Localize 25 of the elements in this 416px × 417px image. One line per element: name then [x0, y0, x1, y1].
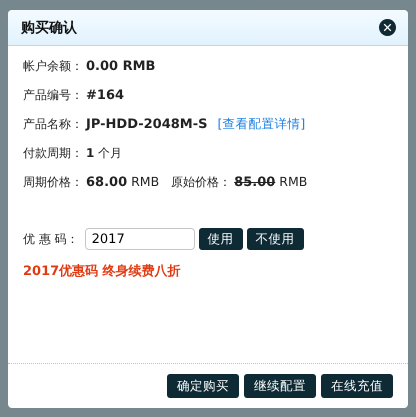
field-value: 1 个月: [86, 145, 122, 162]
footer-button[interactable]: 继续配置: [244, 374, 316, 398]
field-label: 原始价格：: [171, 174, 232, 191]
coupon-button[interactable]: 不使用: [246, 228, 304, 250]
details-link[interactable]: [查看配置详情]: [218, 116, 306, 133]
field-label: 产品编号：: [23, 87, 83, 104]
footer-button[interactable]: 在线充值: [321, 374, 393, 398]
coupon-button[interactable]: 使用: [198, 228, 243, 250]
footer-button[interactable]: 确定购买: [167, 374, 239, 398]
field-label: 付款周期：: [23, 145, 83, 162]
price-amount: 68.00: [86, 175, 128, 190]
field-value: 0.00 RMB: [86, 59, 156, 74]
field-label: 周期价格：: [23, 174, 83, 191]
coupon-field[interactable]: 2017: [84, 228, 195, 250]
field-value: #164: [86, 88, 124, 103]
currency-unit: RMB: [279, 174, 308, 189]
coupon-label: 优 惠 码：: [23, 230, 79, 248]
close-icon[interactable]: [379, 19, 396, 36]
field-label: 产品名称：: [23, 116, 83, 133]
field-value: JP-HDD-2048M-S: [86, 117, 208, 132]
currency-unit: RMB: [131, 174, 160, 189]
field-label: 帐户余额：: [23, 58, 83, 75]
dialog-title: 购买确认: [21, 18, 77, 36]
original-price: 85.00: [234, 175, 276, 190]
promo-notice: 2017优惠码 终身续费八折: [23, 263, 182, 280]
